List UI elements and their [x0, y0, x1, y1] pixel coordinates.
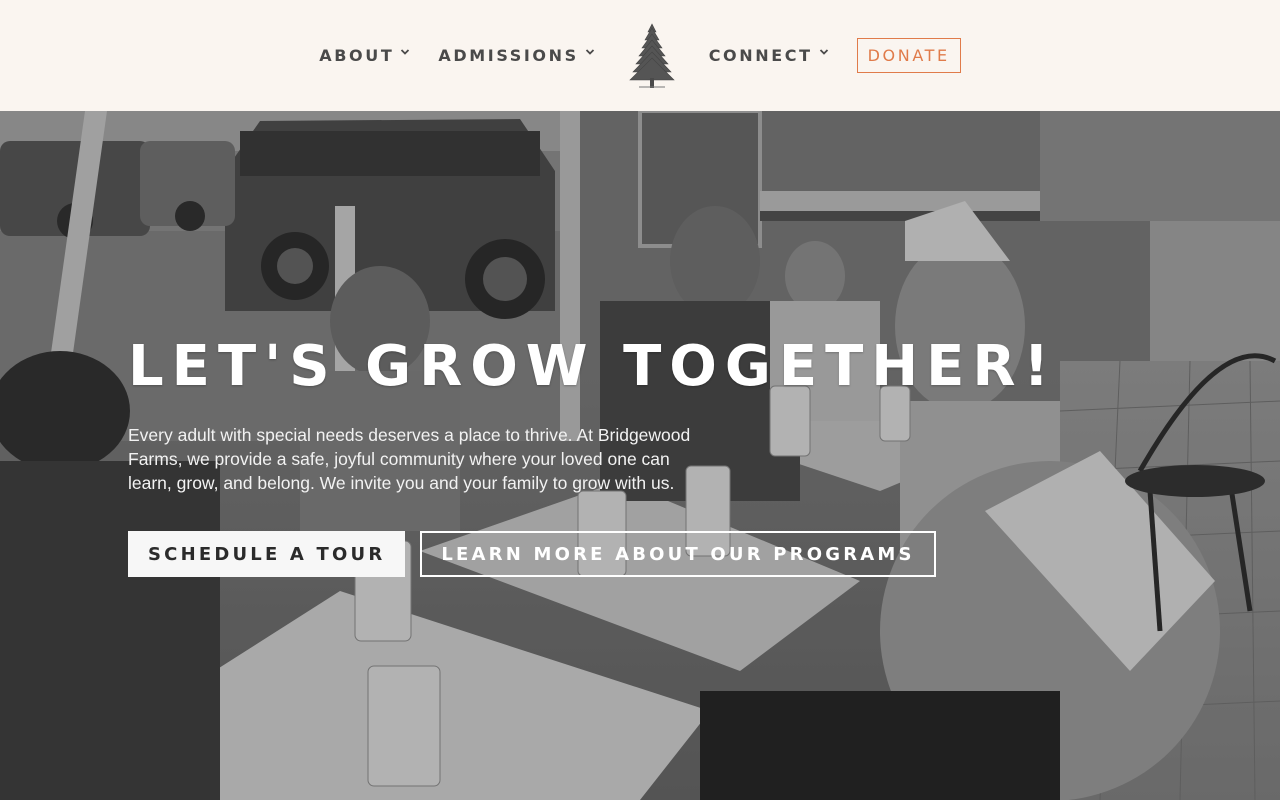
nav-about-label: ABOUT [319, 46, 395, 65]
pine-tree-icon[interactable] [625, 21, 679, 91]
hero-title: LET'S GROW TOGETHER! [128, 334, 1058, 399]
chevron-down-icon [819, 47, 829, 57]
hero-description: Every adult with special needs deserves … [128, 425, 691, 493]
hero-content: LET'S GROW TOGETHER! Every adult with sp… [128, 334, 1058, 577]
hero-section: LET'S GROW TOGETHER! Every adult with sp… [0, 111, 1280, 800]
hero-actions: SCHEDULE A TOUR LEARN MORE ABOUT OUR PRO… [128, 531, 948, 577]
nav-about[interactable]: ABOUT [319, 46, 410, 65]
donate-button[interactable]: DONATE [856, 38, 961, 73]
nav-admissions-label: ADMISSIONS [438, 46, 579, 65]
nav-connect-label: CONNECT [708, 46, 813, 65]
nav-admissions[interactable]: ADMISSIONS [438, 46, 594, 65]
nav-connect[interactable]: CONNECT [709, 46, 829, 65]
chevron-down-icon [400, 47, 410, 57]
learn-more-programs-button[interactable]: LEARN MORE ABOUT OUR PROGRAMS [420, 531, 936, 577]
schedule-tour-button[interactable]: SCHEDULE A TOUR [128, 531, 406, 577]
chevron-down-icon [585, 47, 595, 57]
site-header: ABOUT ADMISSIONS CONNECT DONATE [0, 0, 1280, 111]
main-nav: ABOUT ADMISSIONS CONNECT DONATE [319, 0, 961, 111]
